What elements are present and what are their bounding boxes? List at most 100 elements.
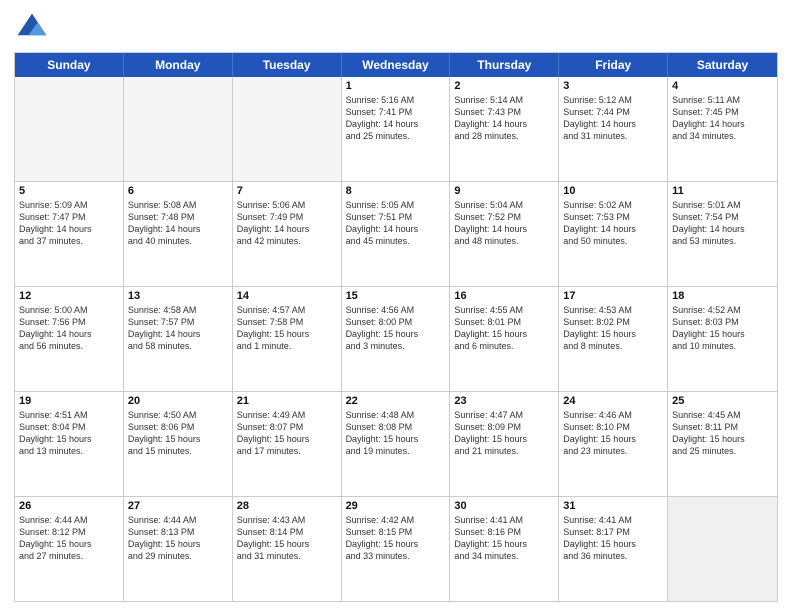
day-number: 30 [454, 500, 554, 512]
calendar-cell: 4 Sunrise: 5:11 AM Sunset: 7:45 PM Daylig… [668, 77, 777, 181]
day-number: 29 [346, 500, 446, 512]
header-cell-tuesday: Tuesday [233, 53, 342, 77]
calendar-cell: 6 Sunrise: 5:08 AM Sunset: 7:48 PM Daylig… [124, 182, 233, 286]
day-info: Sunrise: 4:46 AM Sunset: 8:10 PM Dayligh… [563, 409, 663, 458]
day-info: Sunrise: 5:12 AM Sunset: 7:44 PM Dayligh… [563, 94, 663, 143]
calendar-cell: 23Sunrise: 4:47 AM Sunset: 8:09 PM Dayli… [450, 392, 559, 496]
day-info: Sunrise: 4:58 AM Sunset: 7:57 PM Dayligh… [128, 304, 228, 353]
day-number: 7 [237, 185, 337, 197]
calendar-cell: 11 Sunrise: 5:01 AM Sunset: 7:54 PM Dayli… [668, 182, 777, 286]
day-info: Sunrise: 4:50 AM Sunset: 8:06 PM Dayligh… [128, 409, 228, 458]
day-info: Sunrise: 5:09 AM Sunset: 7:47 PM Dayligh… [19, 199, 119, 248]
day-info: Sunrise: 5:14 AM Sunset: 7:43 PM Dayligh… [454, 94, 554, 143]
header-cell-wednesday: Wednesday [342, 53, 451, 77]
day-number: 4 [672, 80, 773, 92]
day-number: 10 [563, 185, 663, 197]
day-number: 31 [563, 500, 663, 512]
calendar: SundayMondayTuesdayWednesdayThursdayFrid… [14, 52, 778, 602]
day-info: Sunrise: 4:44 AM Sunset: 8:12 PM Dayligh… [19, 514, 119, 563]
calendar-cell: 14 Sunrise: 4:57 AM Sunset: 7:58 PM Dayli… [233, 287, 342, 391]
day-info: Sunrise: 5:01 AM Sunset: 7:54 PM Dayligh… [672, 199, 773, 248]
day-info: Sunrise: 4:41 AM Sunset: 8:16 PM Dayligh… [454, 514, 554, 563]
day-info: Sunrise: 4:52 AM Sunset: 8:03 PM Dayligh… [672, 304, 773, 353]
calendar-cell: 13Sunrise: 4:58 AM Sunset: 7:57 PM Dayli… [124, 287, 233, 391]
day-number: 1 [346, 80, 446, 92]
calendar-cell: 5 Sunrise: 5:09 AM Sunset: 7:47 PM Daylig… [15, 182, 124, 286]
day-info: Sunrise: 5:16 AM Sunset: 7:41 PM Dayligh… [346, 94, 446, 143]
day-info: Sunrise: 4:55 AM Sunset: 8:01 PM Dayligh… [454, 304, 554, 353]
calendar-cell [233, 77, 342, 181]
page: SundayMondayTuesdayWednesdayThursdayFrid… [0, 0, 792, 612]
calendar-header-row: SundayMondayTuesdayWednesdayThursdayFrid… [15, 53, 777, 77]
calendar-cell: 7 Sunrise: 5:06 AM Sunset: 7:49 PM Daylig… [233, 182, 342, 286]
calendar-cell [124, 77, 233, 181]
calendar-cell: 30 Sunrise: 4:41 AM Sunset: 8:16 PM Dayli… [450, 497, 559, 601]
calendar-row: 19Sunrise: 4:51 AM Sunset: 8:04 PM Dayli… [15, 392, 777, 497]
day-info: Sunrise: 4:56 AM Sunset: 8:00 PM Dayligh… [346, 304, 446, 353]
calendar-cell: 20 Sunrise: 4:50 AM Sunset: 8:06 PM Dayli… [124, 392, 233, 496]
day-number: 25 [672, 395, 773, 407]
logo [14, 10, 54, 46]
calendar-cell [668, 497, 777, 601]
day-number: 8 [346, 185, 446, 197]
calendar-row: 5 Sunrise: 5:09 AM Sunset: 7:47 PM Daylig… [15, 182, 777, 287]
day-info: Sunrise: 5:11 AM Sunset: 7:45 PM Dayligh… [672, 94, 773, 143]
day-number: 6 [128, 185, 228, 197]
calendar-cell: 27 Sunrise: 4:44 AM Sunset: 8:13 PM Dayli… [124, 497, 233, 601]
calendar-cell: 15 Sunrise: 4:56 AM Sunset: 8:00 PM Dayli… [342, 287, 451, 391]
day-info: Sunrise: 5:02 AM Sunset: 7:53 PM Dayligh… [563, 199, 663, 248]
logo-icon [14, 10, 50, 46]
calendar-cell: 31 Sunrise: 4:41 AM Sunset: 8:17 PM Dayli… [559, 497, 668, 601]
day-number: 3 [563, 80, 663, 92]
day-info: Sunrise: 4:41 AM Sunset: 8:17 PM Dayligh… [563, 514, 663, 563]
day-info: Sunrise: 4:53 AM Sunset: 8:02 PM Dayligh… [563, 304, 663, 353]
day-number: 15 [346, 290, 446, 302]
calendar-cell: 19Sunrise: 4:51 AM Sunset: 8:04 PM Dayli… [15, 392, 124, 496]
day-info: Sunrise: 4:57 AM Sunset: 7:58 PM Dayligh… [237, 304, 337, 353]
calendar-cell [15, 77, 124, 181]
header-cell-sunday: Sunday [15, 53, 124, 77]
calendar-cell: 29Sunrise: 4:42 AM Sunset: 8:15 PM Dayli… [342, 497, 451, 601]
header-cell-thursday: Thursday [450, 53, 559, 77]
day-number: 22 [346, 395, 446, 407]
day-info: Sunrise: 4:44 AM Sunset: 8:13 PM Dayligh… [128, 514, 228, 563]
calendar-cell: 22Sunrise: 4:48 AM Sunset: 8:08 PM Dayli… [342, 392, 451, 496]
calendar-row: 26 Sunrise: 4:44 AM Sunset: 8:12 PM Dayli… [15, 497, 777, 601]
day-info: Sunrise: 4:45 AM Sunset: 8:11 PM Dayligh… [672, 409, 773, 458]
day-number: 16 [454, 290, 554, 302]
header-cell-friday: Friday [559, 53, 668, 77]
day-number: 27 [128, 500, 228, 512]
day-number: 26 [19, 500, 119, 512]
calendar-cell: 9 Sunrise: 5:04 AM Sunset: 7:52 PM Daylig… [450, 182, 559, 286]
calendar-cell: 3 Sunrise: 5:12 AM Sunset: 7:44 PM Daylig… [559, 77, 668, 181]
calendar-cell: 26 Sunrise: 4:44 AM Sunset: 8:12 PM Dayli… [15, 497, 124, 601]
day-info: Sunrise: 4:43 AM Sunset: 8:14 PM Dayligh… [237, 514, 337, 563]
calendar-cell: 10 Sunrise: 5:02 AM Sunset: 7:53 PM Dayli… [559, 182, 668, 286]
calendar-cell: 21Sunrise: 4:49 AM Sunset: 8:07 PM Dayli… [233, 392, 342, 496]
day-number: 20 [128, 395, 228, 407]
calendar-row: 1 Sunrise: 5:16 AM Sunset: 7:41 PM Daylig… [15, 77, 777, 182]
day-number: 14 [237, 290, 337, 302]
calendar-row: 12Sunrise: 5:00 AM Sunset: 7:56 PM Dayli… [15, 287, 777, 392]
day-number: 12 [19, 290, 119, 302]
calendar-cell: 18 Sunrise: 4:52 AM Sunset: 8:03 PM Dayli… [668, 287, 777, 391]
calendar-cell: 8Sunrise: 5:05 AM Sunset: 7:51 PM Daylig… [342, 182, 451, 286]
header [14, 10, 778, 46]
calendar-cell: 1 Sunrise: 5:16 AM Sunset: 7:41 PM Daylig… [342, 77, 451, 181]
day-number: 18 [672, 290, 773, 302]
day-number: 17 [563, 290, 663, 302]
day-number: 24 [563, 395, 663, 407]
calendar-cell: 12Sunrise: 5:00 AM Sunset: 7:56 PM Dayli… [15, 287, 124, 391]
calendar-cell: 24 Sunrise: 4:46 AM Sunset: 8:10 PM Dayli… [559, 392, 668, 496]
day-number: 19 [19, 395, 119, 407]
day-number: 11 [672, 185, 773, 197]
header-cell-monday: Monday [124, 53, 233, 77]
day-number: 5 [19, 185, 119, 197]
calendar-cell: 17 Sunrise: 4:53 AM Sunset: 8:02 PM Dayli… [559, 287, 668, 391]
day-info: Sunrise: 5:04 AM Sunset: 7:52 PM Dayligh… [454, 199, 554, 248]
day-info: Sunrise: 5:08 AM Sunset: 7:48 PM Dayligh… [128, 199, 228, 248]
calendar-cell: 28Sunrise: 4:43 AM Sunset: 8:14 PM Dayli… [233, 497, 342, 601]
day-info: Sunrise: 5:06 AM Sunset: 7:49 PM Dayligh… [237, 199, 337, 248]
day-number: 21 [237, 395, 337, 407]
day-number: 9 [454, 185, 554, 197]
